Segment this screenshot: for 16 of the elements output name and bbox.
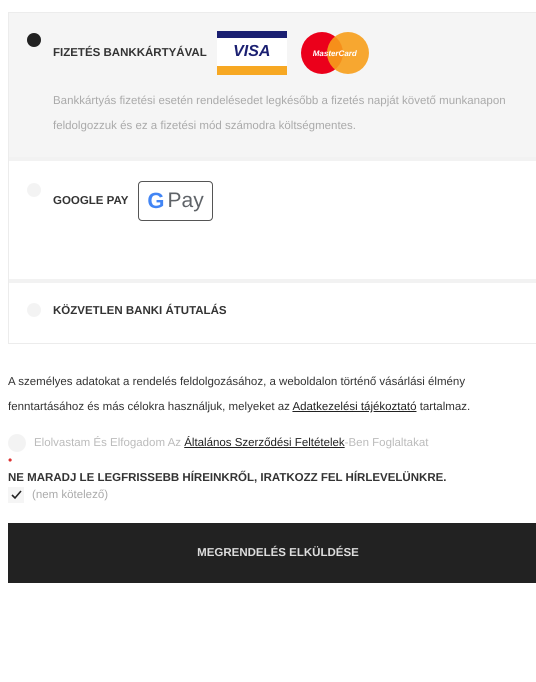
method-description: Bankkártyás fizetési esetén rendelésedet legkésőbb a fizetés napját követő munkanapon feldolgozzuk és ez a fizetési mód számodra költségmentes. <box>53 94 507 134</box>
method-label: FIZETÉS BANKKÁRTYÁVAL <box>53 47 207 59</box>
method-label: KÖZVETLEN BANKI ÁTUTALÁS <box>53 305 227 317</box>
privacy-notice: A személyes adatokat a rendelés feldolgozásához, a weboldalon történő vásárlási élmény fenntartásához és más célokra használjuk, melyeket az Adatkezelési tájékoztató tartalmaz. <box>8 375 472 415</box>
terms-link[interactable]: Általános Szerződési Feltételek <box>184 437 345 449</box>
radio-button[interactable] <box>27 33 41 47</box>
newsletter-title: NE MARADJ LE LEGFRISSEBB HÍREINKRŐL, IRATKOZZ FEL HÍRLEVELÜNKRE. <box>8 472 448 484</box>
google-pay-logo: G Pay <box>138 181 213 221</box>
privacy-link[interactable]: Adatkezelési tájékoztató <box>292 401 416 413</box>
visa-logo: VISA <box>216 31 287 75</box>
required-mark: • <box>8 454 14 466</box>
optional-note: (nem kötelező) <box>32 489 108 501</box>
submit-order-button[interactable]: MEGRENDELÉS ELKÜLDÉSE <box>8 523 536 583</box>
newsletter-checkbox[interactable] <box>8 487 24 503</box>
terms-text: Elolvastam És Elfogadom Az Általános Szerződési Feltételek-Ben Foglaltakat <box>34 435 428 451</box>
method-label: GOOGLE PAY <box>53 195 128 207</box>
